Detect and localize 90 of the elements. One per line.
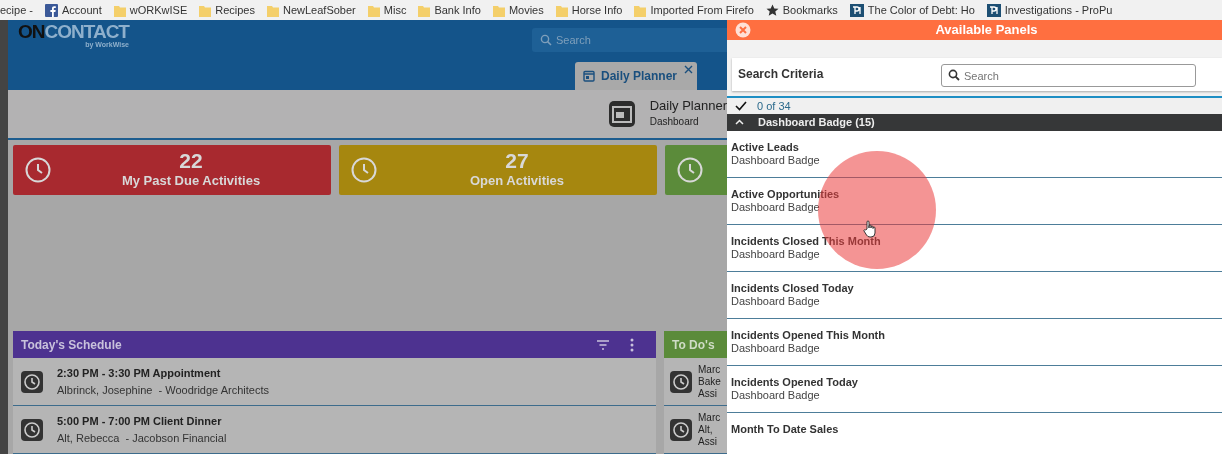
- bookmark-link[interactable]: Investigations - ProPu: [986, 1, 1113, 19]
- item-type: Dashboard Badge: [731, 154, 821, 168]
- calendar-icon: [607, 100, 636, 128]
- folder-icon: [113, 3, 126, 17]
- site-logo-icon: [849, 3, 864, 17]
- page-title: Daily Planner: [649, 99, 727, 114]
- dashboard-badge[interactable]: [665, 145, 727, 195]
- panel-list-item[interactable]: Active Leads Dashboard Badge: [727, 130, 1222, 178]
- filter-icon[interactable]: [596, 339, 610, 350]
- bookmark-link[interactable]: Bookmarks: [765, 1, 838, 19]
- search-icon: [540, 34, 552, 46]
- panel-list-item[interactable]: Active Opportunities Dashboard Badge: [727, 177, 1222, 225]
- todo-item[interactable]: Marc Alt, Assi: [664, 406, 727, 454]
- page-subtitle: Dashboard: [649, 114, 700, 129]
- badge-label: Open Activities: [468, 171, 566, 190]
- dashboard-badge[interactable]: 22 My Past Due Activities: [13, 145, 331, 195]
- bookmark-link[interactable]: ecipe -: [0, 1, 34, 19]
- panel-list-item[interactable]: Incidents Opened Today Dashboard Badge: [727, 365, 1222, 413]
- bookmark-link[interactable]: Horse Info: [555, 1, 623, 19]
- close-icon[interactable]: [735, 21, 751, 38]
- todo-text: Alt,: [698, 423, 714, 436]
- item-name: Month To Date Sales: [731, 422, 840, 437]
- clock-icon: [677, 157, 703, 183]
- bookmark-link[interactable]: Movies: [492, 1, 544, 19]
- bookmark-link[interactable]: The Color of Debt: Ho: [849, 1, 975, 19]
- todo-item[interactable]: Marc Bake Assi: [664, 358, 727, 406]
- close-icon[interactable]: [684, 65, 693, 74]
- folder-icon: [267, 3, 279, 17]
- panel-list-item[interactable]: Month To Date Sales: [727, 412, 1222, 454]
- item-type: Dashboard Badge: [731, 248, 821, 262]
- item-name: Active Leads: [731, 140, 800, 155]
- clock-icon: [670, 418, 692, 441]
- caret-up-icon: [735, 119, 744, 126]
- clock-icon: [670, 370, 692, 393]
- item-type: Dashboard Badge: [731, 295, 821, 309]
- star-icon: [765, 3, 779, 17]
- item-type: Dashboard Badge: [731, 342, 821, 356]
- bookmark-link[interactable]: NewLeafSober: [267, 1, 356, 19]
- badge-label: My Past Due Activities: [120, 171, 262, 190]
- item-type: Dashboard Badge: [731, 389, 821, 403]
- clock-icon: [25, 157, 51, 183]
- search-label: Search Criteria: [738, 66, 825, 83]
- bookmark-link[interactable]: Bank Info: [418, 1, 481, 19]
- bookmark-link[interactable]: Misc: [367, 1, 407, 19]
- panel-list-item[interactable]: Incidents Opened This Month Dashboard Badge: [727, 318, 1222, 366]
- event-detail: Alt, Rebecca - Jacobson Financial: [57, 430, 227, 446]
- tab[interactable]: Daily Planner: [574, 62, 697, 90]
- item-name: Incidents Closed Today: [731, 281, 855, 296]
- event-time: 2:30 PM - 3:30 PM Appointment: [57, 366, 222, 381]
- panel-title: To Do's: [672, 336, 715, 354]
- bookmark-link[interactable]: Account: [45, 1, 102, 19]
- facebook-icon: [45, 3, 59, 17]
- schedule-item[interactable]: 2:30 PM - 3:30 PM Appointment Albrinck, Josephine - Woodridge Architects: [13, 358, 656, 406]
- item-name: Active Opportunities: [731, 187, 841, 202]
- folder-icon: [492, 3, 505, 17]
- more-icon[interactable]: [630, 337, 634, 352]
- group-header[interactable]: Dashboard Badge (15): [727, 114, 1222, 131]
- calendar-icon: [582, 70, 595, 82]
- item-name: Incidents Opened Today: [731, 375, 859, 390]
- item-name: Incidents Opened This Month: [731, 328, 886, 343]
- schedule-item[interactable]: 5:00 PM - 7:00 PM Client Dinner Alt, Rebecca - Jacobson Financial: [13, 406, 656, 454]
- clock-icon: [21, 370, 43, 393]
- item-type: Dashboard Badge: [731, 201, 821, 215]
- folder-icon: [634, 3, 647, 17]
- hand-cursor-icon: [863, 220, 877, 238]
- todo-text: Marc: [698, 363, 721, 376]
- badge-count: 22: [178, 149, 204, 171]
- panel-title: Available Panels: [934, 21, 1039, 39]
- site-logo-icon: [986, 3, 1001, 17]
- bookmark-link[interactable]: Recipes: [199, 1, 255, 19]
- folder-icon: [418, 3, 431, 17]
- todo-text: Marc: [698, 411, 721, 424]
- todo-text: Bake: [698, 375, 721, 388]
- folder-icon: [555, 3, 568, 17]
- panel-title: Today's Schedule: [21, 336, 123, 354]
- search-field[interactable]: Search: [941, 64, 1196, 87]
- bookmark-link[interactable]: Imported From Firefo: [634, 1, 754, 19]
- todo-text: Assi: [698, 387, 718, 400]
- panel-list-item[interactable]: Incidents Closed Today Dashboard Badge: [727, 271, 1222, 319]
- event-detail: Albrinck, Josephine - Woodridge Architects: [57, 382, 269, 398]
- clock-icon: [21, 418, 43, 441]
- bookmark-link[interactable]: wORKwISE: [113, 1, 188, 19]
- checkmark-icon[interactable]: [735, 100, 747, 111]
- clock-icon: [351, 157, 377, 183]
- badge-count: 27: [504, 149, 530, 171]
- event-time: 5:00 PM - 7:00 PM Client Dinner: [57, 414, 223, 429]
- selection-count: 0 of 34: [757, 98, 791, 114]
- folder-icon: [367, 3, 380, 17]
- todo-text: Assi: [698, 435, 718, 448]
- folder-icon: [199, 3, 212, 17]
